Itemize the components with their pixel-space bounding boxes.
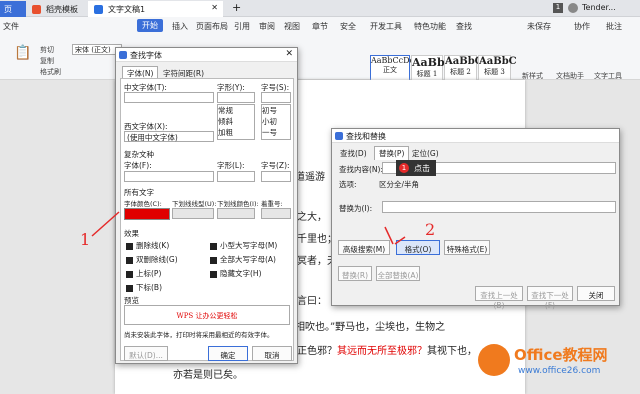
watermark: Office教程网 www.office26.com: [478, 342, 636, 390]
watermark-brand: Office教程网: [514, 346, 608, 364]
watermark-url: www.office26.com: [518, 366, 601, 376]
arrow-2: [394, 236, 406, 245]
office-logo-icon: [478, 344, 510, 376]
arrow-1: [91, 211, 120, 237]
arrow-2: [384, 226, 394, 245]
annotation-arrows: [91, 211, 406, 245]
